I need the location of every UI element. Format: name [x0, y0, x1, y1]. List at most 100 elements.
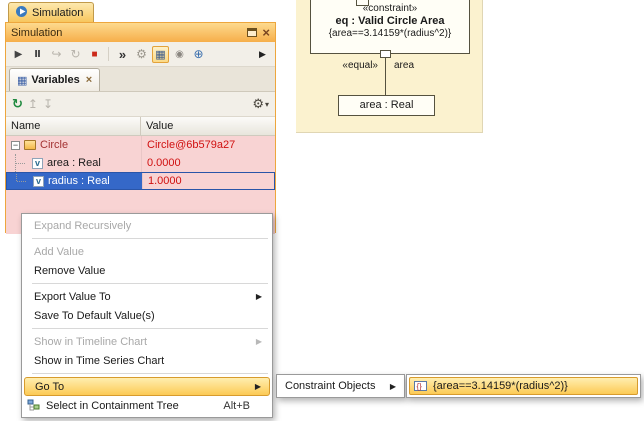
animation-options-icon[interactable]: ⚙ [133, 46, 150, 63]
gear-icon[interactable]: ⚙ [252, 96, 264, 112]
menu-item-label: Show in Timeline Chart [34, 336, 147, 348]
table-row-radius[interactable]: v radius : Real 1.0000 [6, 172, 275, 190]
row-name: area : Real [47, 157, 101, 169]
simulation-dock-tab[interactable]: Simulation [8, 2, 94, 22]
instance-icon [24, 140, 36, 150]
tree-line [15, 173, 33, 189]
constraint-node[interactable]: «constraint» eq : Valid Circle Area {are… [310, 0, 470, 54]
menu-item-add-value: Add Value [22, 242, 272, 261]
table-row-circle[interactable]: − Circle Circle@6b579a27 [6, 136, 275, 154]
step-over-icon: ↻ [67, 46, 84, 63]
menu-item-go-to[interactable]: Go To ▶ [24, 377, 270, 396]
part-property-box[interactable]: area : Real [338, 95, 435, 116]
name-cell: v radius : Real [7, 173, 142, 189]
name-cell: − Circle [6, 136, 141, 154]
value-cell[interactable]: Circle@6b579a27 [141, 136, 275, 154]
row-name: radius : Real [48, 175, 110, 187]
tab-strip: ▦ Variables × [6, 67, 275, 92]
menu-item-label: Constraint Objects [285, 380, 375, 392]
value-property-icon: v [32, 158, 43, 169]
menu-separator [32, 328, 268, 329]
close-icon[interactable]: × [262, 26, 270, 39]
chevron-down-icon: ▾ [265, 100, 269, 109]
menu-separator [32, 373, 268, 374]
menu-item-remove-value[interactable]: Remove Value [22, 261, 272, 280]
submenu-arrow-icon: ▶ [390, 382, 396, 391]
part-property-label: area : Real [360, 99, 414, 111]
toolbar-separator [108, 47, 109, 61]
containment-tree-icon [27, 399, 42, 412]
menu-item-show-in-timeline-chart: Show in Timeline Chart ▶ [22, 332, 272, 351]
value-cell[interactable]: 0.0000 [141, 154, 275, 172]
value-property-icon: v [33, 176, 44, 187]
equal-stereotype-label: «equal» [316, 60, 378, 71]
menu-item-label: Select in Containment Tree [46, 400, 179, 412]
run-icon[interactable]: ▶ [10, 46, 27, 63]
pause-icon[interactable]: Ⅱ [29, 46, 46, 63]
tree-line [14, 154, 32, 172]
menu-item-label: Expand Recursively [34, 220, 131, 232]
name-cell: v area : Real [6, 154, 141, 172]
variables-tab-label: Variables [31, 74, 79, 86]
menu-item-export-value-to[interactable]: Export Value To ▶ [22, 287, 272, 306]
constraint-name: eq : Valid Circle Area [311, 15, 469, 27]
submenu-arrow-icon: ▶ [255, 382, 261, 391]
menu-item-select-in-containment-tree[interactable]: Select in Containment Tree Alt+B [22, 396, 272, 415]
variables-toolbar: ↻ ↥ ↧ ⚙ ▾ [6, 92, 275, 117]
value-cell[interactable]: 1.0000 [142, 173, 274, 189]
svg-text:{}: {} [417, 382, 423, 391]
resume-icon[interactable]: » [114, 46, 131, 63]
menu-item-show-in-time-series-chart[interactable]: Show in Time Series Chart [22, 351, 272, 370]
connector-stub [356, 0, 369, 6]
import-icon: ↧ [43, 97, 53, 111]
column-header-name[interactable]: Name [6, 117, 141, 135]
export-icon: ↥ [28, 97, 38, 111]
constraint-stereotype: «constraint» [311, 3, 469, 14]
dock-tab-label: Simulation [32, 7, 83, 19]
screenshot-root: «constraint» eq : Valid Circle Area {are… [0, 0, 644, 421]
menu-item-label: Remove Value [34, 265, 105, 277]
submenu-arrow-icon: ▶ [256, 292, 262, 301]
collapse-icon[interactable]: − [11, 141, 20, 150]
step-into-icon: ↪ [48, 46, 65, 63]
simulation-icon [15, 5, 28, 21]
tab-close-icon[interactable]: × [86, 74, 92, 86]
constraint-expression: {area==3.14159*(radius^2)} [311, 28, 469, 39]
submenu-constraint-expression: {} {area==3.14159*(radius^2)} [406, 374, 641, 398]
submenu-arrow-icon: ▶ [256, 337, 262, 346]
menu-item-label: Add Value [34, 246, 84, 258]
submenu-constraint-objects: Constraint Objects ▶ [276, 374, 405, 398]
menu-item-label: Go To [35, 381, 64, 393]
menu-item-save-to-default-values[interactable]: Save To Default Value(s) [22, 306, 272, 325]
menu-item-label: Save To Default Value(s) [34, 310, 155, 322]
menu-shortcut: Alt+B [223, 400, 262, 412]
tab-variables[interactable]: ▦ Variables × [9, 68, 100, 91]
constraint-object-icon: {} [414, 380, 429, 392]
menu-item-label: Show in Time Series Chart [34, 355, 164, 367]
connector-end-square [380, 50, 391, 58]
context-menu: Expand Recursively Add Value Remove Valu… [21, 213, 273, 418]
simulation-panel: Simulation × ▶ Ⅱ ↪ ↻ ■ » ⚙ ▦ ◉ ⊕ ▶ ▦ Var… [5, 22, 276, 233]
panel-titlebar: Simulation × [6, 23, 275, 42]
binding-connector-line [385, 58, 386, 95]
column-header-value[interactable]: Value [141, 117, 275, 135]
table-header: Name Value [6, 117, 275, 136]
breakpoints-icon[interactable]: ◉ [171, 46, 188, 63]
toolbar-overflow-icon[interactable]: ▶ [254, 46, 271, 63]
menu-item-label: {area==3.14159*(radius^2)} [433, 380, 568, 392]
web-server-icon[interactable]: ⊕ [190, 46, 207, 63]
row-name: Circle [40, 139, 68, 151]
menu-item-constraint-expression[interactable]: {} {area==3.14159*(radius^2)} [409, 377, 638, 395]
table-row-area[interactable]: v area : Real 0.0000 [6, 154, 275, 172]
stop-icon[interactable]: ■ [86, 46, 103, 63]
simulation-toolbar: ▶ Ⅱ ↪ ↻ ■ » ⚙ ▦ ◉ ⊕ ▶ [6, 42, 275, 67]
variables-toggle-icon[interactable]: ▦ [152, 46, 169, 63]
panel-title: Simulation [11, 27, 242, 39]
float-window-icon[interactable] [247, 28, 257, 37]
refresh-icon[interactable]: ↻ [12, 96, 23, 112]
menu-item-label: Export Value To [34, 291, 111, 303]
menu-item-expand-recursively: Expand Recursively [22, 216, 272, 235]
table-options-group[interactable]: ⚙ ▾ [252, 96, 269, 112]
menu-item-constraint-objects[interactable]: Constraint Objects ▶ [279, 377, 402, 395]
menu-separator [32, 238, 268, 239]
